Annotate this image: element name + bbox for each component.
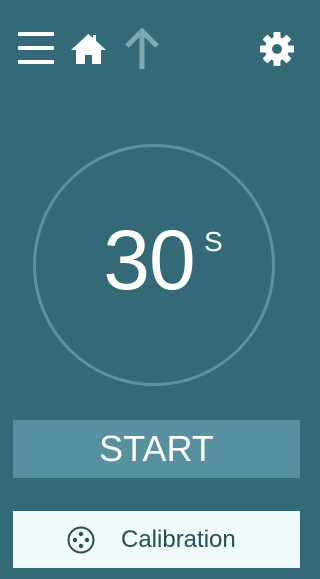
arrow-up-icon: [125, 27, 159, 69]
dots-circle-icon: [67, 526, 95, 554]
menu-button[interactable]: [18, 31, 54, 65]
calibration-label: Calibration: [121, 526, 236, 553]
gear-icon: [260, 32, 294, 66]
home-icon: [71, 34, 106, 64]
timer-value: 30: [103, 213, 195, 307]
navigate-up-button[interactable]: [124, 27, 160, 70]
settings-button[interactable]: [259, 31, 295, 67]
toolbar: [0, 0, 313, 90]
calibration-button[interactable]: Calibration: [13, 511, 300, 568]
timer-unit: S: [204, 226, 223, 257]
start-button[interactable]: START: [13, 420, 300, 478]
home-button[interactable]: [71, 33, 106, 65]
menu-icon: [18, 32, 54, 64]
